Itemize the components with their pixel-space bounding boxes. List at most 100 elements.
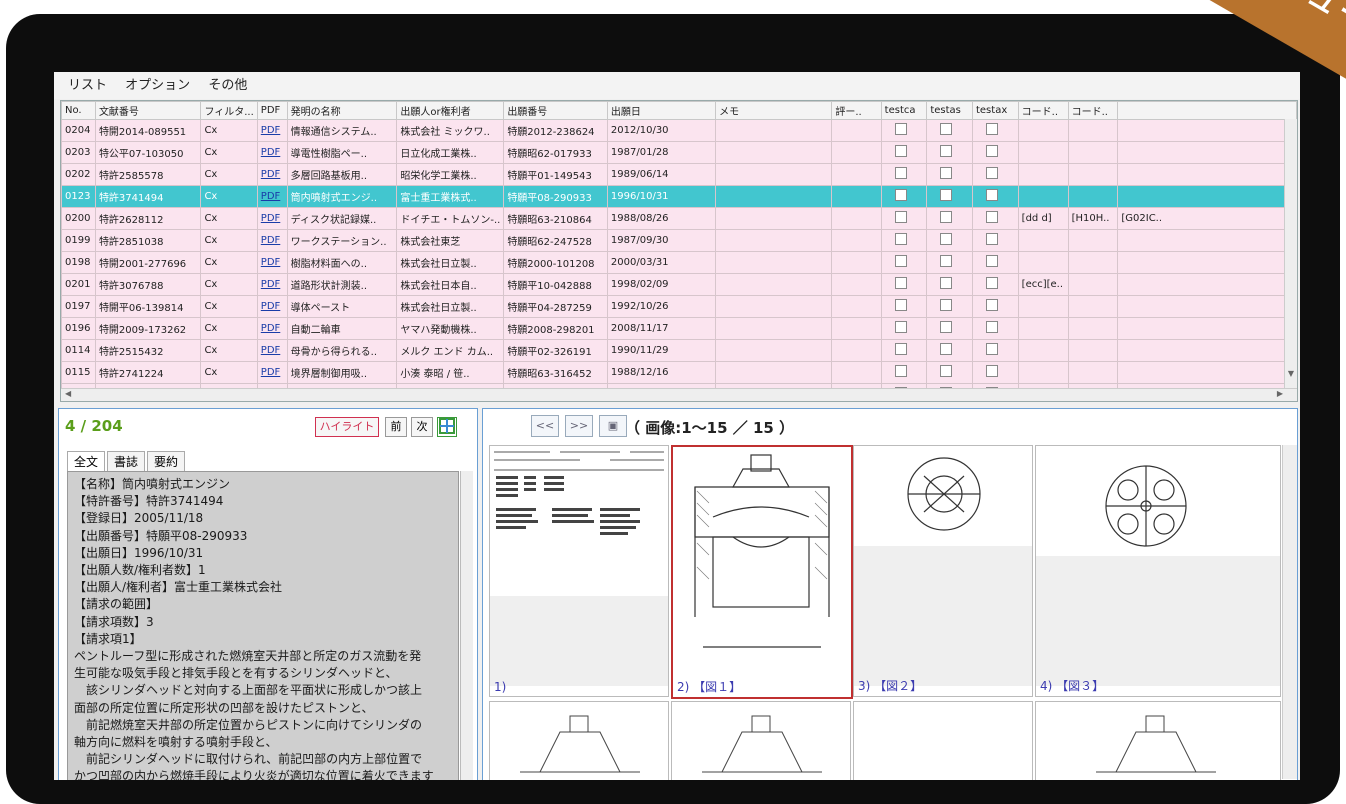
checkbox[interactable] bbox=[985, 255, 998, 267]
pdf-link[interactable]: PDF bbox=[261, 323, 280, 334]
checkbox[interactable] bbox=[985, 167, 998, 179]
checkbox[interactable] bbox=[985, 299, 998, 311]
pdf-link[interactable]: PDF bbox=[261, 191, 280, 202]
column-header[interactable]: 評ー.. bbox=[831, 101, 882, 120]
checkbox[interactable] bbox=[894, 189, 907, 201]
table-vertical-scrollbar[interactable]: ▼ bbox=[1284, 119, 1297, 389]
table-row[interactable]: 0204 特開2014-089551 Cx PDF 情報通信システム.. 株式会社 ミック… bbox=[61, 119, 1297, 142]
pdf-link[interactable]: PDF bbox=[261, 125, 280, 136]
column-header[interactable]: testca bbox=[880, 101, 928, 120]
table-row[interactable]: 0200 特許2628112 Cx PDF ディスク状記録媒.. ドイチエ・トムソン-..… bbox=[61, 207, 1297, 230]
menu-other[interactable]: その他 bbox=[208, 72, 247, 99]
pdf-link[interactable]: PDF bbox=[261, 279, 280, 290]
table-row[interactable]: 0123 特許3741494 Cx PDF 筒内噴射式エンジ.. 富士重工業株式.. 特願平… bbox=[61, 185, 1297, 208]
thumbnail-7[interactable] bbox=[853, 701, 1033, 780]
tab-fulltext[interactable]: 全文 bbox=[67, 451, 106, 471]
checkbox[interactable] bbox=[985, 123, 998, 135]
pdf-link[interactable]: PDF bbox=[261, 345, 280, 356]
column-header[interactable]: メモ bbox=[715, 101, 833, 120]
checkbox[interactable] bbox=[940, 167, 953, 179]
checkbox[interactable] bbox=[985, 233, 998, 245]
pdf-link[interactable]: PDF bbox=[261, 301, 280, 312]
pdf-link[interactable]: PDF bbox=[261, 367, 280, 378]
checkbox[interactable] bbox=[985, 189, 998, 201]
table-row[interactable]: 0199 特許2851038 Cx PDF ワークステーション.. 株式会社東芝 特願昭62… bbox=[61, 229, 1297, 252]
column-header[interactable] bbox=[1117, 101, 1297, 120]
checkbox[interactable] bbox=[940, 123, 953, 135]
checkbox[interactable] bbox=[940, 189, 953, 201]
first-page-button[interactable]: << bbox=[531, 415, 559, 437]
checkbox[interactable] bbox=[894, 255, 907, 267]
checkbox[interactable] bbox=[940, 343, 953, 355]
checkbox[interactable] bbox=[940, 365, 953, 377]
prev-button[interactable]: 前 bbox=[385, 417, 407, 437]
table-row[interactable]: 0197 特開平06-139814 Cx PDF 導体ペースト 株式会社日立製.. 特願平0… bbox=[61, 295, 1297, 318]
column-header[interactable]: フィルタ... bbox=[200, 101, 258, 120]
thumbnail-5[interactable] bbox=[489, 701, 669, 780]
table-row[interactable]: 0198 特開2001-277696 Cx PDF 樹脂材料面への.. 株式会社日立製..… bbox=[61, 251, 1297, 274]
checkbox[interactable] bbox=[940, 277, 953, 289]
table-row[interactable]: 0203 特公平07-103050 Cx PDF 導電性樹脂ペー.. 日立化成工業株.. 特… bbox=[61, 141, 1297, 164]
image-scrollbar[interactable] bbox=[1282, 445, 1297, 779]
checkbox[interactable] bbox=[894, 299, 907, 311]
menu-options[interactable]: オプション bbox=[125, 72, 190, 99]
next-button[interactable]: 次 bbox=[411, 417, 433, 437]
column-header[interactable]: コード.. bbox=[1067, 101, 1119, 120]
checkbox[interactable] bbox=[985, 211, 998, 223]
tab-bibliography[interactable]: 書誌 bbox=[107, 451, 146, 471]
table-row[interactable]: 0196 特開2009-173262 Cx PDF 自動二輪車 ヤマハ発動機株.. 特願20… bbox=[61, 317, 1297, 340]
checkbox[interactable] bbox=[894, 211, 907, 223]
thumbnail-3[interactable]: 3) 【図２】 bbox=[853, 445, 1033, 697]
thumbnail-8[interactable] bbox=[1035, 701, 1281, 780]
thumbnail-6[interactable] bbox=[671, 701, 851, 780]
column-header[interactable]: 出願番号 bbox=[503, 101, 608, 120]
thumbnail-2[interactable]: 2) 【図１】 bbox=[671, 445, 853, 699]
last-page-button[interactable]: >> bbox=[565, 415, 593, 437]
thumbnail-4[interactable]: 4) 【図３】 bbox=[1035, 445, 1281, 697]
column-header[interactable]: 出願日 bbox=[606, 101, 717, 120]
pdf-link[interactable]: PDF bbox=[261, 257, 280, 268]
column-header[interactable]: PDF bbox=[256, 101, 288, 120]
pdf-link[interactable]: PDF bbox=[261, 169, 280, 180]
checkbox[interactable] bbox=[940, 211, 953, 223]
checkbox[interactable] bbox=[985, 277, 998, 289]
highlight-button[interactable]: ハイライト bbox=[315, 417, 379, 437]
column-header[interactable]: No. bbox=[61, 101, 96, 120]
pdf-link[interactable]: PDF bbox=[261, 235, 280, 246]
checkbox[interactable] bbox=[940, 299, 953, 311]
checkbox[interactable] bbox=[985, 145, 998, 157]
checkbox[interactable] bbox=[894, 365, 907, 377]
column-header[interactable]: コード.. bbox=[1017, 101, 1069, 120]
checkbox[interactable] bbox=[894, 321, 907, 333]
column-header[interactable]: testas bbox=[926, 101, 973, 120]
table-horizontal-scrollbar[interactable]: ◀ ▶ bbox=[61, 388, 1297, 401]
table-row[interactable]: 0202 特許2585578 Cx PDF 多層回路基板用.. 昭栄化学工業株.. 特願平0… bbox=[61, 163, 1297, 186]
pdf-link[interactable]: PDF bbox=[261, 147, 280, 158]
checkbox[interactable] bbox=[940, 255, 953, 267]
layout-icon[interactable] bbox=[437, 417, 457, 437]
tab-summary[interactable]: 要約 bbox=[147, 451, 186, 471]
checkbox[interactable] bbox=[894, 123, 907, 135]
column-header[interactable]: 文献番号 bbox=[94, 101, 202, 120]
table-row[interactable]: 0115 特許2741224 Cx PDF 境界層制御用吸.. 小湊 泰昭 / 笹.. 特願… bbox=[61, 361, 1297, 384]
checkbox[interactable] bbox=[985, 321, 998, 333]
checkbox[interactable] bbox=[940, 145, 953, 157]
table-row[interactable]: 0201 特許3076788 Cx PDF 道路形状計測装.. 株式会社日本自.. 特願平1… bbox=[61, 273, 1297, 296]
checkbox[interactable] bbox=[894, 233, 907, 245]
checkbox[interactable] bbox=[894, 145, 907, 157]
checkbox[interactable] bbox=[940, 233, 953, 245]
text-scrollbar[interactable] bbox=[460, 471, 473, 780]
checkbox[interactable] bbox=[894, 167, 907, 179]
checkbox[interactable] bbox=[985, 343, 998, 355]
checkbox[interactable] bbox=[894, 277, 907, 289]
checkbox[interactable] bbox=[940, 321, 953, 333]
menu-list[interactable]: リスト bbox=[68, 72, 107, 99]
column-header[interactable]: 発明の名称 bbox=[286, 101, 398, 120]
table-row[interactable]: 0114 特許2515432 Cx PDF 母骨から得られる.. メルク エンド カム..… bbox=[61, 339, 1297, 362]
fulltext-area[interactable]: 【名称】筒内噴射式エンジン 【特許番号】特許3741494 【登録日】2005/11… bbox=[67, 471, 459, 780]
column-header[interactable]: 出願人or権利者 bbox=[396, 101, 505, 120]
checkbox[interactable] bbox=[894, 343, 907, 355]
thumbnail-1[interactable]: 1) bbox=[489, 445, 669, 697]
checkbox[interactable] bbox=[985, 365, 998, 377]
grid-view-button[interactable]: ▣ bbox=[599, 415, 627, 437]
